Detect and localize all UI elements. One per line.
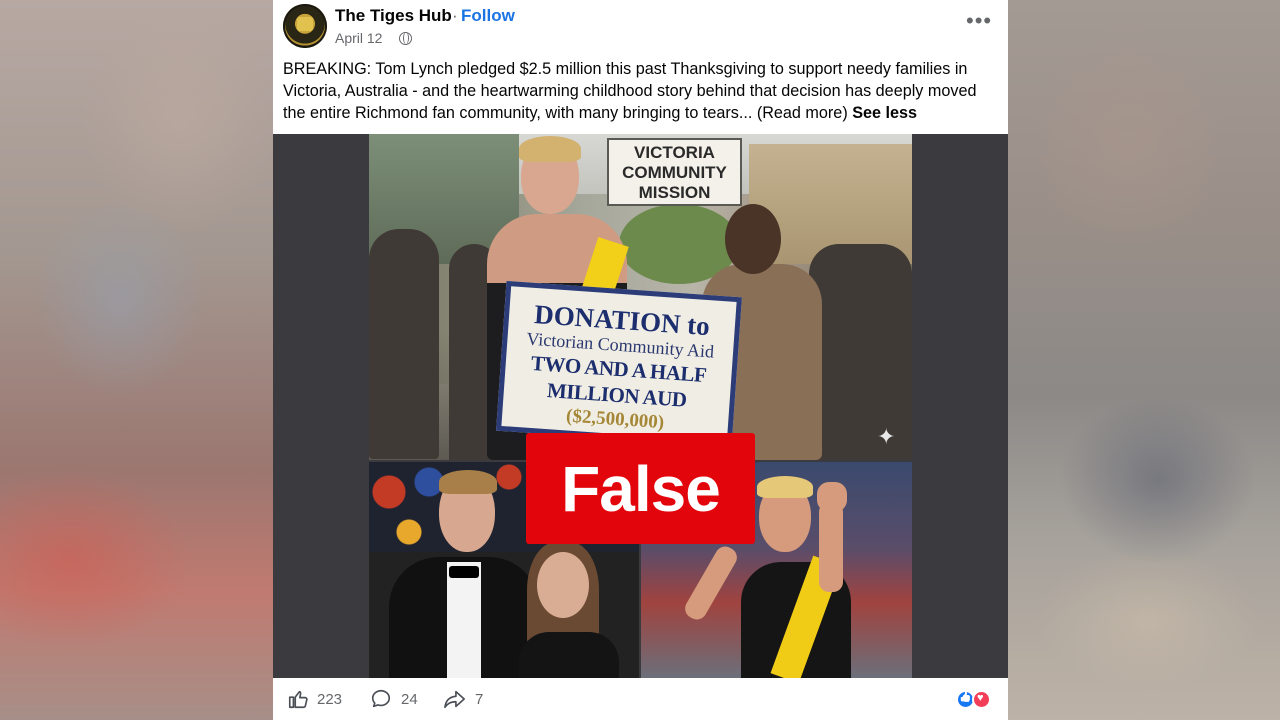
post-date[interactable]: April 12: [335, 30, 382, 46]
player-hair: [519, 136, 581, 162]
thumbs-up-icon[interactable]: [287, 688, 309, 710]
post-media[interactable]: VICTORIA COMMUNITY MISSION DONATION to V…: [273, 134, 1008, 678]
like-count[interactable]: 223: [317, 691, 342, 708]
blurred-background-left: [0, 0, 273, 720]
separator-dot: ·: [452, 6, 458, 25]
donation-sign: DONATION to Victorian Community Aid TWO …: [496, 280, 742, 448]
page-avatar[interactable]: [283, 4, 327, 48]
player-arm-right: [819, 502, 843, 592]
globe-icon: [399, 32, 412, 45]
man-shirt: [447, 562, 481, 678]
blurred-background-right: [1008, 0, 1280, 720]
more-horizontal-icon[interactable]: •••: [966, 10, 992, 32]
mission-sign: VICTORIA COMMUNITY MISSION: [607, 138, 742, 206]
post-header: The Tiges Hub · Follow April 12 •••: [273, 0, 1008, 55]
false-verdict-label: False: [526, 433, 755, 544]
crowd-left: [369, 229, 439, 459]
comment-bubble-icon[interactable]: [370, 688, 392, 710]
post-footer: 223 24 7: [273, 678, 1008, 720]
man-hair: [439, 470, 497, 494]
facebook-post: The Tiges Hub · Follow April 12 ••• BREA…: [273, 0, 1008, 720]
page-name[interactable]: The Tiges Hub: [335, 6, 452, 26]
player-hair: [757, 476, 813, 498]
comment-count[interactable]: 24: [401, 691, 418, 708]
tiger-logo-icon: [297, 17, 313, 31]
see-less-link[interactable]: See less: [852, 104, 917, 122]
post-caption: BREAKING: Tom Lynch pledged $2.5 million…: [283, 58, 998, 124]
woman-head: [537, 552, 589, 618]
mission-sign-line: MISSION: [638, 183, 711, 202]
raised-fist: [817, 482, 847, 512]
love-reaction-icon: [972, 690, 991, 709]
mission-sign-line: COMMUNITY: [622, 163, 727, 182]
woman-head: [725, 204, 781, 274]
mission-sign-line: VICTORIA: [634, 143, 715, 162]
player-arm-left: [681, 542, 741, 624]
share-count[interactable]: 7: [475, 691, 483, 708]
donation-photo[interactable]: VICTORIA COMMUNITY MISSION DONATION to V…: [369, 134, 912, 460]
sparkle-icon: ✦: [877, 424, 896, 449]
bowtie: [449, 566, 479, 578]
follow-button[interactable]: Follow: [461, 6, 515, 26]
reaction-summary[interactable]: [956, 690, 998, 710]
share-arrow-icon[interactable]: [443, 688, 467, 710]
crowd-right: [809, 244, 912, 460]
woman-dress: [519, 632, 619, 678]
